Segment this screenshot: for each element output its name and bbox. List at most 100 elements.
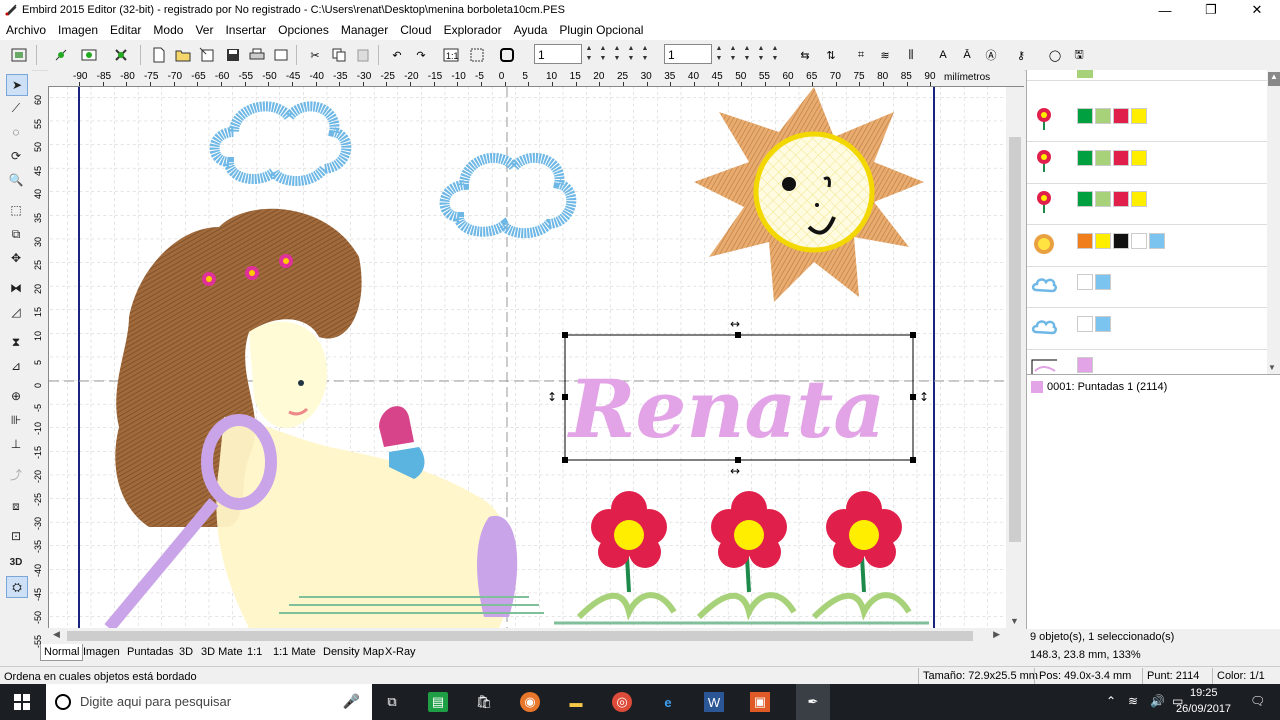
spin-arrows-icon[interactable]: ▲ ▼	[598, 44, 608, 64]
view-3d-icon[interactable]: 3D	[6, 552, 26, 572]
close-button[interactable]: ✕	[1234, 0, 1280, 20]
copy-icon[interactable]	[328, 44, 350, 66]
import-icon[interactable]	[196, 44, 218, 66]
name-text[interactable]: Renata	[567, 362, 885, 456]
tab-density-map[interactable]: Density Map	[320, 644, 387, 660]
color-swatch[interactable]	[1131, 232, 1147, 249]
spin-arrows-icon[interactable]: ▲ ▼	[770, 44, 780, 64]
color-swatch[interactable]	[1095, 232, 1111, 249]
column-icon[interactable]: ⫼	[900, 44, 922, 66]
object-row[interactable]	[1027, 142, 1267, 184]
color-swatch[interactable]	[1131, 108, 1147, 124]
spin-arrows-icon[interactable]: ▲ ▼	[640, 44, 650, 64]
object-row[interactable]	[1027, 100, 1267, 142]
office-icon[interactable]: ▣	[750, 692, 770, 712]
color-swatch[interactable]	[1113, 191, 1129, 207]
freehand-select-icon[interactable]: ◌	[6, 122, 26, 142]
menu-cloud[interactable]: Cloud	[394, 20, 437, 40]
menu-modo[interactable]: Modo	[147, 20, 189, 40]
distribute-icon[interactable]: ⇅	[820, 44, 842, 66]
minimize-button[interactable]: —	[1142, 0, 1188, 20]
open-folder-icon[interactable]	[172, 44, 194, 66]
scroll-right-icon[interactable]: ▶	[993, 629, 1000, 640]
zoom-fit-icon[interactable]	[466, 44, 488, 66]
design-svg[interactable]: Renata ↔ ↔ ↕ ↕	[49, 87, 1006, 628]
embird-taskbar-icon[interactable]: ✒	[796, 684, 830, 720]
tab-3d[interactable]: 3D	[176, 644, 196, 660]
undo-icon[interactable]: ↶	[386, 44, 408, 66]
tab-3d-mate[interactable]: 3D Mate	[198, 644, 246, 660]
list-item[interactable]: 0001: Puntadas 1 (2114)	[1031, 381, 1167, 393]
canvas-horizontal-scrollbar[interactable]: ◀ ▶	[49, 628, 1006, 644]
menu-ver[interactable]: Ver	[189, 20, 219, 40]
color-swatch[interactable]	[1077, 315, 1093, 332]
hoop-icon[interactable]	[8, 44, 30, 66]
object-row[interactable]	[1027, 308, 1267, 350]
key-icon[interactable]: ⚷	[1010, 44, 1032, 66]
menu-ayuda[interactable]: Ayuda	[508, 20, 554, 40]
task-view-icon[interactable]: ⧉	[382, 692, 402, 712]
object-row[interactable]	[1027, 225, 1267, 267]
color-swatch[interactable]	[1131, 191, 1147, 207]
taskbar-search[interactable]: Digite aqui para pesquisar 🎤	[46, 684, 372, 720]
spin-arrows-icon[interactable]: ▲ ▼	[714, 44, 724, 64]
color-swatch[interactable]	[1077, 191, 1093, 207]
color-swatch[interactable]	[1113, 149, 1129, 166]
select-rect-icon[interactable]: ⬚	[6, 200, 26, 220]
notifications-icon[interactable]: 🗨	[1250, 694, 1265, 708]
tab-normal[interactable]: Normal	[40, 644, 84, 661]
tab-1to1-mate[interactable]: 1:1 Mate	[270, 644, 319, 660]
spreadsheet-app-icon[interactable]: ▤	[428, 692, 448, 712]
object-row[interactable]	[1027, 266, 1267, 308]
stitch-edit-icon[interactable]: ⌗	[850, 44, 872, 66]
menu-editar[interactable]: Editar	[104, 20, 147, 40]
hoop-frame-icon[interactable]	[496, 44, 518, 66]
microphone-icon[interactable]: 🎤	[343, 693, 360, 710]
monogram-icon[interactable]: Ⓐ	[980, 44, 1002, 66]
store-icon[interactable]: 🛍	[474, 692, 494, 712]
print-icon[interactable]	[246, 44, 268, 66]
cut-icon[interactable]: ✂	[304, 44, 326, 66]
align-v-center-icon[interactable]: ⊥	[6, 434, 26, 454]
zoom-1to1-icon[interactable]: 1:1	[440, 44, 462, 66]
spin-arrows-icon[interactable]: ▲ ▼	[728, 44, 738, 64]
design-canvas[interactable]: Renata ↔ ↔ ↕ ↕	[49, 87, 1006, 628]
color-swatch[interactable]	[1095, 274, 1111, 290]
select-object-icon[interactable]	[50, 44, 72, 66]
save-icon[interactable]	[222, 44, 244, 66]
spin-arrows-icon[interactable]: ▲ ▼	[756, 44, 766, 64]
menu-archivo[interactable]: Archivo	[0, 20, 52, 40]
canvas-vertical-scrollbar[interactable]: ▼	[1006, 87, 1024, 628]
scroll-down-icon[interactable]: ▼	[1268, 363, 1276, 372]
lasso-icon[interactable]: ⟋	[6, 98, 26, 118]
maximize-button[interactable]: ❐	[1188, 0, 1234, 20]
tab-1to1[interactable]: 1:1	[244, 644, 265, 660]
rotate-90-icon[interactable]: ⊿	[6, 356, 26, 376]
chrome-icon[interactable]: ◎	[612, 692, 632, 712]
menu-opciones[interactable]: Opciones	[272, 20, 335, 40]
color-swatch[interactable]	[1131, 149, 1147, 166]
disk-icon[interactable]: 🖫	[1068, 44, 1090, 66]
paste-icon[interactable]	[352, 44, 374, 66]
zoom-icon[interactable]: 🔍	[6, 170, 26, 190]
redo-icon[interactable]: ↷	[410, 44, 432, 66]
hoop-round-icon[interactable]: ◯	[1044, 44, 1066, 66]
color-swatch[interactable]	[1077, 357, 1093, 373]
color-swatch[interactable]	[1077, 108, 1093, 124]
color-swatch[interactable]	[1095, 191, 1111, 207]
color-swatch[interactable]	[1077, 232, 1093, 249]
color-swatch[interactable]	[1095, 108, 1111, 124]
delete-object-icon[interactable]	[110, 44, 132, 66]
system-tray-arrow-icon[interactable]: ⌃	[1106, 694, 1116, 708]
menu-insertar[interactable]: Insertar	[219, 20, 272, 40]
image-view-icon[interactable]	[78, 44, 100, 66]
value-field-2[interactable]: 1	[664, 44, 712, 64]
color-swatch[interactable]	[1113, 108, 1129, 124]
edge-icon[interactable]: e	[658, 692, 678, 712]
arrow-select-icon[interactable]: ➤	[6, 74, 28, 96]
export-icon[interactable]	[270, 44, 292, 66]
tab-x-ray[interactable]: X-Ray	[382, 644, 419, 660]
rotate-icon[interactable]: ⟳	[6, 146, 26, 166]
clock-time[interactable]: 19:25	[1190, 687, 1218, 699]
color-swatch[interactable]	[1113, 232, 1129, 249]
